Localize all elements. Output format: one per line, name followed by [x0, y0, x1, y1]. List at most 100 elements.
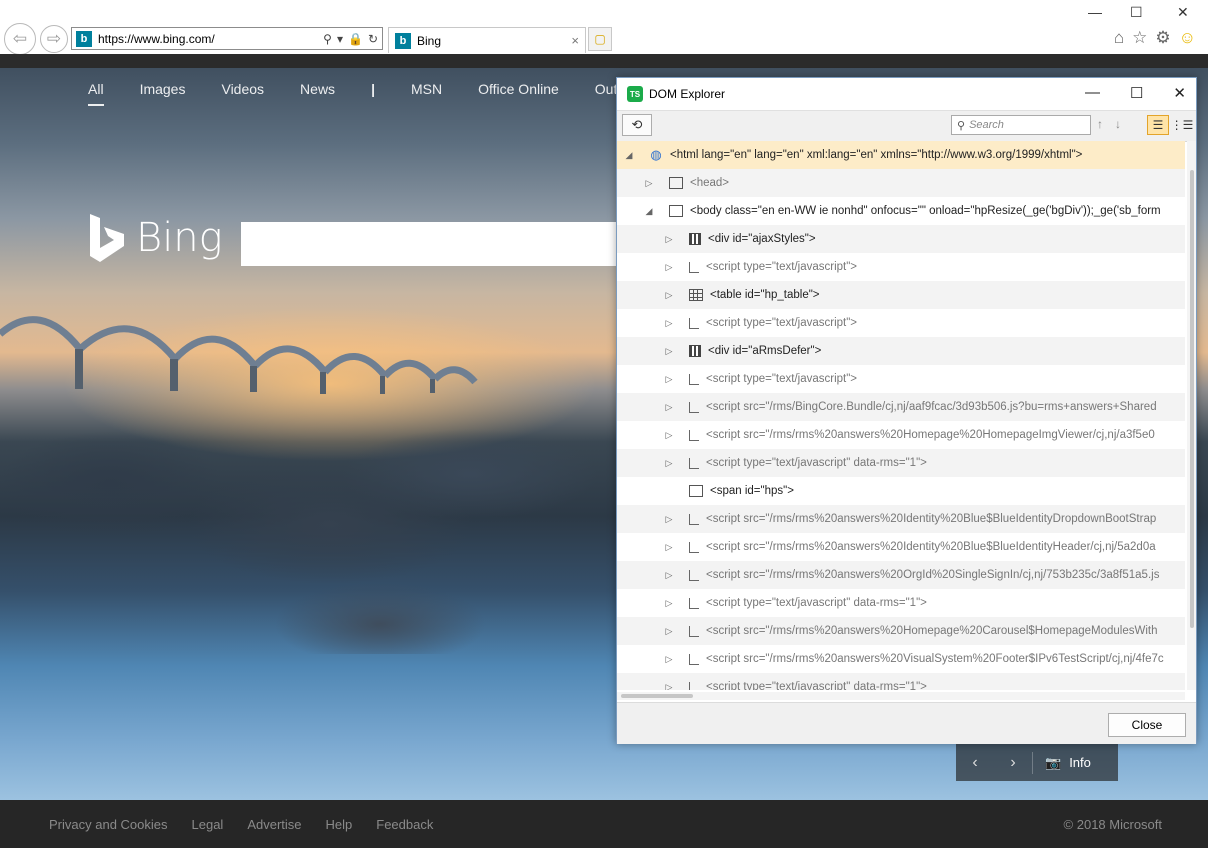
dom-node-text: <script type="text/javascript"> [706, 261, 858, 273]
vertical-scroll-thumb[interactable] [1190, 170, 1194, 628]
dom-tree: ◢ ◍ <html lang="en" lang="en" xml:lang="en… [617, 141, 1185, 690]
expand-icon[interactable]: ▷ [663, 346, 675, 357]
horizontal-scroll-thumb[interactable] [621, 694, 693, 698]
home-icon[interactable]: ⌂ [1114, 28, 1124, 48]
outline-view-button[interactable]: ⋮☰ [1171, 115, 1194, 135]
carousel-prev-button[interactable]: ‹ [956, 754, 994, 772]
dom-tree-row[interactable]: ▷ <script type="text/javascript" data-rms… [617, 449, 1185, 477]
expand-icon[interactable]: ▷ [663, 262, 675, 273]
script-node-icon [689, 317, 699, 329]
smiley-icon[interactable]: ☺ [1179, 28, 1196, 48]
footer-help-link[interactable]: Help [326, 817, 353, 832]
bing-search-input[interactable] [241, 222, 621, 266]
close-window-button[interactable]: ✕ [1177, 4, 1189, 21]
nav-news[interactable]: News [300, 81, 335, 97]
new-tab-button[interactable]: ▢ [588, 27, 612, 51]
forward-button[interactable]: ⇨ [40, 25, 68, 53]
dom-tree-row[interactable]: ▷ <script type="text/javascript" data-rms… [617, 673, 1185, 690]
dom-tree-row[interactable]: ◢ ◍ <html lang="en" lang="en" xml:lang="en… [617, 141, 1185, 169]
refresh-icon[interactable]: ↻ [368, 32, 378, 46]
dom-tree-row[interactable]: ▷ <script src="/rms/BingCore.Bundle/cj,nj… [617, 393, 1185, 421]
expand-icon[interactable]: ▷ [663, 514, 675, 525]
refresh-dom-button[interactable]: ⟲ [622, 114, 652, 136]
url-text[interactable]: https://www.bing.com/ [98, 32, 323, 46]
gear-icon[interactable]: ⚙ [1155, 28, 1170, 48]
lock-icon[interactable]: 🔒 [348, 32, 363, 46]
address-bar[interactable]: b https://www.bing.com/ ⚲ ▾ 🔒 ↻ [71, 27, 383, 50]
expand-icon[interactable]: ▷ [663, 626, 675, 637]
horizontal-scrollbar[interactable] [617, 692, 1185, 700]
dom-tree-row[interactable]: ▷ <table id="hp_table"> [617, 281, 1185, 309]
bing-logo[interactable]: Bing [88, 212, 223, 264]
expand-icon[interactable]: ▷ [663, 598, 675, 609]
expand-icon[interactable]: ▷ [663, 402, 675, 413]
dom-tree-row[interactable]: ▷ <script src="/rms/rms%20answers%20Homep… [617, 421, 1185, 449]
dom-tree-row[interactable]: ▷ <script type="text/javascript"> [617, 253, 1185, 281]
nav-office-online[interactable]: Office Online [478, 81, 559, 97]
dom-tree-row[interactable]: <span id="hps"> [617, 477, 1185, 505]
expand-icon[interactable]: ▷ [663, 682, 675, 691]
dom-tree-row[interactable]: ▷ <div id="aRmsDefer"> [617, 337, 1185, 365]
image-info-button[interactable]: 📷 Info [1033, 755, 1091, 771]
info-label: Info [1069, 755, 1091, 770]
expand-icon[interactable]: ▷ [663, 318, 675, 329]
dom-tree-row[interactable]: ▷ <script src="/rms/rms%20answers%20OrgId… [617, 561, 1185, 589]
footer-advertise-link[interactable]: Advertise [247, 817, 301, 832]
dom-node-text: <html lang="en" lang="en" xml:lang="en" … [670, 149, 1083, 161]
maximize-button[interactable]: ☐ [1130, 4, 1143, 21]
dom-tree-row[interactable]: ▷ <div id="ajaxStyles"> [617, 225, 1185, 253]
footer-copyright: © 2018 Microsoft [1063, 816, 1162, 832]
dom-search-input[interactable]: ⚲ Search [951, 115, 1091, 135]
collapse-icon[interactable]: ◢ [623, 150, 635, 161]
nav-msn[interactable]: MSN [411, 81, 442, 97]
expand-icon[interactable]: ▷ [663, 458, 675, 469]
globe-node-icon: ◍ [650, 147, 662, 162]
tree-view-button[interactable]: ☰ [1147, 115, 1169, 135]
back-button[interactable]: ⇦ [4, 23, 36, 55]
dlg-close-button[interactable]: ✕ [1173, 84, 1186, 102]
expand-icon[interactable]: ▷ [663, 234, 675, 245]
dom-node-text: <script type="text/javascript"> [706, 373, 858, 385]
footer-privacy-link[interactable]: Privacy and Cookies [49, 817, 168, 832]
star-icon[interactable]: ☆ [1132, 28, 1147, 48]
dom-tree-row[interactable]: ▷ <script src="/rms/rms%20answers%20Homep… [617, 617, 1185, 645]
collapse-icon[interactable]: ◢ [643, 206, 655, 217]
dom-tree-row[interactable]: ▷ <script src="/rms/rms%20answers%20Ident… [617, 505, 1185, 533]
search-icon[interactable]: ⚲ [323, 32, 332, 46]
dom-tree-row[interactable]: ▷ <head> [617, 169, 1185, 197]
dropdown-icon[interactable]: ▾ [337, 32, 343, 46]
new-tab-icon: ▢ [594, 32, 606, 46]
dom-tree-row[interactable]: ▷ <script type="text/javascript"> [617, 309, 1185, 337]
expand-icon[interactable]: ▷ [663, 374, 675, 385]
expand-icon[interactable]: ▷ [663, 570, 675, 581]
expand-icon[interactable]: ▷ [663, 290, 675, 301]
dom-tree-row[interactable]: ▷ <script type="text/javascript"> [617, 365, 1185, 393]
expand-icon[interactable]: ▷ [663, 654, 675, 665]
footer-feedback-link[interactable]: Feedback [376, 817, 433, 832]
dlg-maximize-button[interactable]: ☐ [1130, 84, 1143, 102]
dom-tree-row[interactable]: ◢ <body class="en en-WW ie nonhd" onfocus… [617, 197, 1185, 225]
dom-tree-row[interactable]: ▷ <script type="text/javascript" data-rms… [617, 589, 1185, 617]
bing-favicon-icon: b [395, 32, 411, 49]
dom-tree-row[interactable]: ▷ <script src="/rms/rms%20answers%20Visua… [617, 645, 1185, 673]
close-button[interactable]: Close [1108, 713, 1186, 737]
dom-explorer-titlebar[interactable]: TS DOM Explorer — ☐ ✕ [617, 78, 1196, 110]
dom-node-text: <script type="text/javascript" data-rms=… [706, 457, 927, 469]
carousel-next-button[interactable]: › [994, 754, 1032, 772]
expand-icon[interactable]: ▷ [643, 178, 655, 189]
search-next-button[interactable]: ↓ [1115, 117, 1121, 131]
dom-tree-row[interactable]: ▷ <script src="/rms/rms%20answers%20Ident… [617, 533, 1185, 561]
script-node-icon [689, 261, 699, 273]
expand-icon[interactable]: ▷ [663, 430, 675, 441]
search-prev-button[interactable]: ↑ [1097, 117, 1103, 131]
nav-images[interactable]: Images [140, 81, 186, 97]
dlg-minimize-button[interactable]: — [1085, 84, 1100, 102]
nav-all[interactable]: All [88, 81, 104, 106]
tab-close-icon[interactable]: × [571, 33, 579, 48]
footer-legal-link[interactable]: Legal [192, 817, 224, 832]
tab-bing[interactable]: b Bing × [388, 27, 586, 53]
expand-icon[interactable]: ▷ [663, 542, 675, 553]
nav-videos[interactable]: Videos [221, 81, 264, 97]
minimize-button[interactable]: — [1088, 4, 1102, 20]
element-node-icon [669, 205, 683, 217]
